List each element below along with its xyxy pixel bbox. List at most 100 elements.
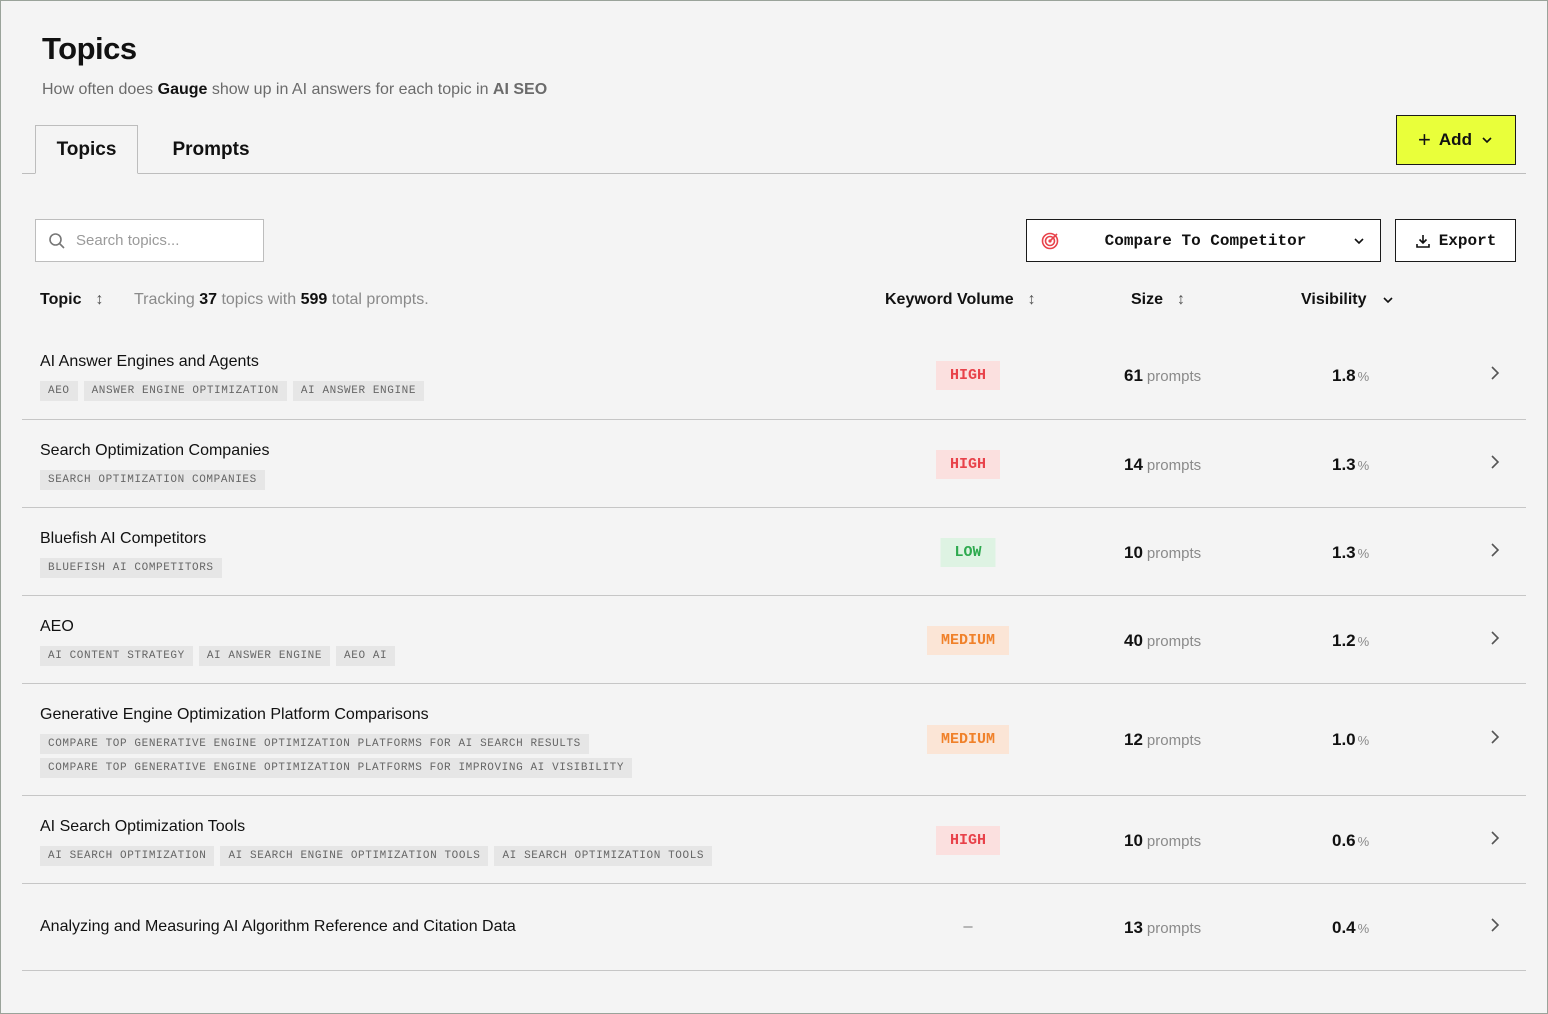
search-input[interactable] xyxy=(76,232,236,249)
sort-icon[interactable]: ↕ xyxy=(95,291,103,309)
subtitle-mid: show up in AI answers for each topic in xyxy=(207,81,493,98)
sort-icon[interactable]: ↕ xyxy=(1028,291,1036,309)
chevron-right-icon[interactable] xyxy=(1488,728,1502,746)
prompt-count: 13 xyxy=(1124,918,1143,937)
topics-table: AI Answer Engines and Agents AEO ANSWER EN… xyxy=(22,331,1526,971)
prompt-unit: prompts xyxy=(1146,732,1202,749)
chevron-right-icon[interactable] xyxy=(1488,916,1502,934)
topic-title: Generative Engine Optimization Platform … xyxy=(40,706,429,723)
prompt-unit: prompts xyxy=(1146,368,1202,385)
sort-icon[interactable]: ↕ xyxy=(1177,291,1185,309)
percent-unit: % xyxy=(1357,834,1370,849)
tag-line: COMPARE TOP GENERATIVE ENGINE OPTIMIZATI… xyxy=(40,734,632,754)
chevron-down-icon xyxy=(1482,137,1492,144)
chevron-right-icon[interactable] xyxy=(1488,829,1502,847)
topic-tags: SEARCH OPTIMIZATION COMPANIES xyxy=(40,470,265,490)
percent-unit: % xyxy=(1357,634,1370,649)
keyword-tag: AI SEARCH OPTIMIZATION xyxy=(40,846,215,866)
keyword-tag: COMPARE TOP GENERATIVE ENGINE OPTIMIZATI… xyxy=(40,734,589,754)
chevron-right-icon[interactable] xyxy=(1488,541,1502,559)
visibility-value: 0.6% xyxy=(1332,831,1369,851)
column-header-size[interactable]: Size ↕ xyxy=(1131,291,1185,309)
prompt-unit: prompts xyxy=(1146,833,1202,850)
tracking-prefix: Tracking xyxy=(134,291,200,308)
export-button-label: Export xyxy=(1438,231,1497,250)
keyword-volume-badge: HIGH xyxy=(935,826,1001,855)
table-row[interactable]: AI Search Optimization Tools AI SEARCH OP… xyxy=(22,796,1526,884)
prompt-count: 10 xyxy=(1124,831,1143,850)
percent-unit: % xyxy=(1357,458,1370,473)
prompt-count: 14 xyxy=(1124,455,1143,474)
keyword-tag: COMPARE TOP GENERATIVE ENGINE OPTIMIZATI… xyxy=(40,758,633,778)
tag-line: COMPARE TOP GENERATIVE ENGINE OPTIMIZATI… xyxy=(40,758,633,778)
search-box[interactable] xyxy=(35,219,264,262)
chevron-right-icon[interactable] xyxy=(1488,453,1502,471)
chevron-right-icon[interactable] xyxy=(1488,364,1502,382)
prompt-unit: prompts xyxy=(1146,633,1202,650)
tag-line: AI SEARCH OPTIMIZATION AI SEARCH ENGINE O… xyxy=(40,846,713,866)
add-button-label: Add xyxy=(1438,130,1472,149)
topic-tags: AEO ANSWER ENGINE OPTIMIZATION AI ANSWER E… xyxy=(40,381,425,401)
compare-competitor-button[interactable]: Compare To Competitor xyxy=(1026,219,1381,262)
visibility-number: 1.0 xyxy=(1332,730,1356,749)
keyword-tag: AEO xyxy=(40,381,78,401)
table-row[interactable]: Search Optimization Companies SEARCH OPTI… xyxy=(22,420,1526,508)
prompt-unit: prompts xyxy=(1146,457,1202,474)
topic-tags: COMPARE TOP GENERATIVE ENGINE OPTIMIZATI… xyxy=(40,734,633,778)
tab-topics[interactable]: Topics xyxy=(35,125,138,174)
tag-line: AI CONTENT STRATEGY AI ANSWER ENGINE AEO A… xyxy=(40,646,396,666)
visibility-value: 0.4% xyxy=(1332,918,1369,938)
plus-icon: + xyxy=(1418,127,1431,152)
brand-name: Gauge xyxy=(157,81,208,98)
chevron-down-icon xyxy=(1354,237,1364,244)
visibility-number: 1.3 xyxy=(1332,543,1356,562)
download-icon xyxy=(1415,234,1430,248)
visibility-value: 1.3% xyxy=(1332,543,1369,563)
keyword-volume-badge: HIGH xyxy=(935,361,1001,390)
topic-tags: BLUEFISH AI COMPETITORS xyxy=(40,558,222,578)
tag-line: BLUEFISH AI COMPETITORS xyxy=(40,558,222,578)
add-button[interactable]: + Add xyxy=(1396,115,1516,165)
keyword-tag: BLUEFISH AI COMPETITORS xyxy=(40,558,222,578)
prompt-count: 12 xyxy=(1124,730,1143,749)
tracking-suffix: total prompts. xyxy=(327,291,429,308)
table-row[interactable]: Bluefish AI Competitors BLUEFISH AI COMPE… xyxy=(22,508,1526,596)
percent-unit: % xyxy=(1357,733,1370,748)
prompt-count: 40 xyxy=(1124,631,1143,650)
prompt-count: 61 xyxy=(1124,366,1143,385)
topic-size: 14 prompts xyxy=(1124,455,1201,475)
tag-line: SEARCH OPTIMIZATION COMPANIES xyxy=(40,470,265,490)
topic-tags: AI SEARCH OPTIMIZATION AI SEARCH ENGINE O… xyxy=(40,846,713,866)
chevron-right-icon[interactable] xyxy=(1488,629,1502,647)
keyword-tag: ANSWER ENGINE OPTIMIZATION xyxy=(83,381,287,401)
visibility-value: 1.8% xyxy=(1332,366,1369,386)
column-header-topic[interactable]: Topic ↕ xyxy=(40,291,103,309)
topic-size: 10 prompts xyxy=(1124,831,1201,851)
table-row[interactable]: AI Answer Engines and Agents AEO ANSWER EN… xyxy=(22,331,1526,420)
tracking-prompt-count: 599 xyxy=(300,291,328,308)
export-button[interactable]: Export xyxy=(1395,219,1516,262)
topic-title: Bluefish AI Competitors xyxy=(40,530,207,547)
keyword-tag: AI SEARCH OPTIMIZATION TOOLS xyxy=(494,846,713,866)
prompt-unit: prompts xyxy=(1146,920,1202,937)
visibility-value: 1.2% xyxy=(1332,631,1369,651)
keyword-volume-badge: MEDIUM xyxy=(926,626,1010,655)
column-header-keyword-volume[interactable]: Keyword Volume ↕ xyxy=(885,291,1036,309)
visibility-value: 1.0% xyxy=(1332,730,1369,750)
table-row[interactable]: AEO AI CONTENT STRATEGY AI ANSWER ENGINE AE… xyxy=(22,596,1526,684)
keyword-tag: AI ANSWER ENGINE xyxy=(198,646,331,666)
project-name: AI SEO xyxy=(492,81,548,98)
table-row[interactable]: Analyzing and Measuring AI Algorithm Ref… xyxy=(22,884,1526,971)
subtitle-prefix: How often does xyxy=(42,81,158,98)
chevron-down-icon[interactable] xyxy=(1381,293,1395,307)
tabs-divider xyxy=(22,173,1526,174)
tracking-summary: Tracking 37 topics with 599 total prompt… xyxy=(134,291,429,309)
percent-unit: % xyxy=(1357,546,1370,561)
topic-tags: AI CONTENT STRATEGY AI ANSWER ENGINE AEO A… xyxy=(40,646,396,666)
visibility-number: 1.3 xyxy=(1332,455,1356,474)
column-header-visibility[interactable]: Visibility xyxy=(1301,291,1395,309)
keyword-tag: AI SEARCH ENGINE OPTIMIZATION TOOLS xyxy=(220,846,489,866)
table-row[interactable]: Generative Engine Optimization Platform … xyxy=(22,684,1526,796)
tab-prompts[interactable]: Prompts xyxy=(151,125,271,174)
tracking-mid: topics with xyxy=(217,291,301,308)
